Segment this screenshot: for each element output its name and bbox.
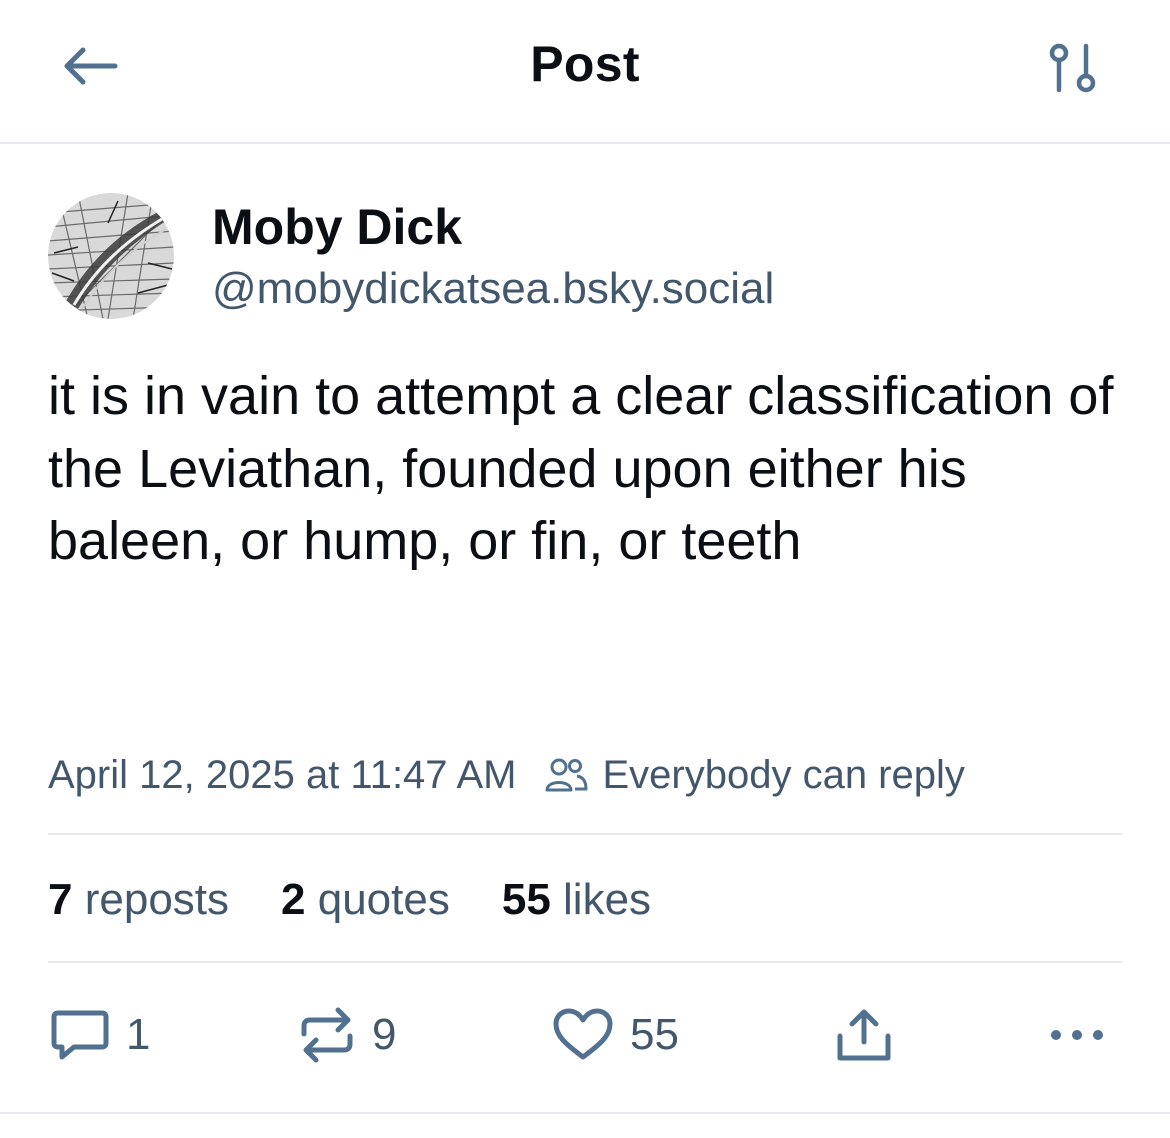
like-count: 55 (630, 1010, 679, 1059)
author-handle[interactable]: @mobydickatsea.bsky.social (212, 262, 774, 316)
repost-button[interactable]: 9 (298, 1003, 396, 1067)
share-button[interactable] (834, 1003, 894, 1067)
share-icon (837, 1009, 891, 1061)
sliders-icon (1049, 43, 1096, 93)
post-meta: April 12, 2025 at 11:47 AM Everybody can… (48, 748, 965, 802)
quotes-stat[interactable]: 2 quotes (281, 875, 450, 925)
author-display-name[interactable]: Moby Dick (212, 198, 462, 256)
thread-settings-button[interactable] (1040, 38, 1106, 98)
divider (48, 833, 1122, 835)
reply-button[interactable]: 1 (50, 1003, 150, 1067)
top-bar: Post (0, 0, 1170, 144)
reply-setting[interactable]: Everybody can reply (602, 753, 964, 798)
like-button[interactable]: 55 (552, 1003, 679, 1067)
post-timestamp: April 12, 2025 at 11:47 AM (48, 752, 517, 797)
reposts-count: 7 (48, 875, 73, 924)
likes-stat[interactable]: 55 likes (502, 875, 651, 925)
repost-count: 9 (372, 1010, 397, 1059)
quotes-label: quotes (317, 875, 450, 924)
ellipsis-icon (1051, 1030, 1103, 1040)
likes-label: likes (563, 875, 652, 924)
divider (48, 961, 1122, 963)
heart-icon (553, 1008, 613, 1060)
repost-icon (301, 1007, 353, 1063)
divider (0, 1112, 1170, 1114)
engagement-stats: 7 reposts 2 quotes 55 likes (48, 872, 703, 928)
reposts-label: reposts (84, 875, 230, 924)
post-text: it is in vain to attempt a clear classif… (48, 366, 1114, 571)
reposts-stat[interactable]: 7 reposts (48, 875, 229, 925)
quotes-count: 2 (281, 875, 306, 924)
reply-count: 1 (126, 1010, 151, 1059)
avatar[interactable] (48, 193, 174, 319)
people-icon (544, 756, 588, 794)
post-thread-screen: Post Moby Dick @mobydickatsea.bsky.socia… (0, 0, 1170, 1138)
likes-count: 55 (501, 875, 551, 924)
page-title: Post (530, 36, 640, 92)
more-options-button[interactable] (1048, 1003, 1106, 1067)
whale-engraving-avatar (48, 193, 174, 319)
speech-bubble-icon (51, 1010, 109, 1060)
